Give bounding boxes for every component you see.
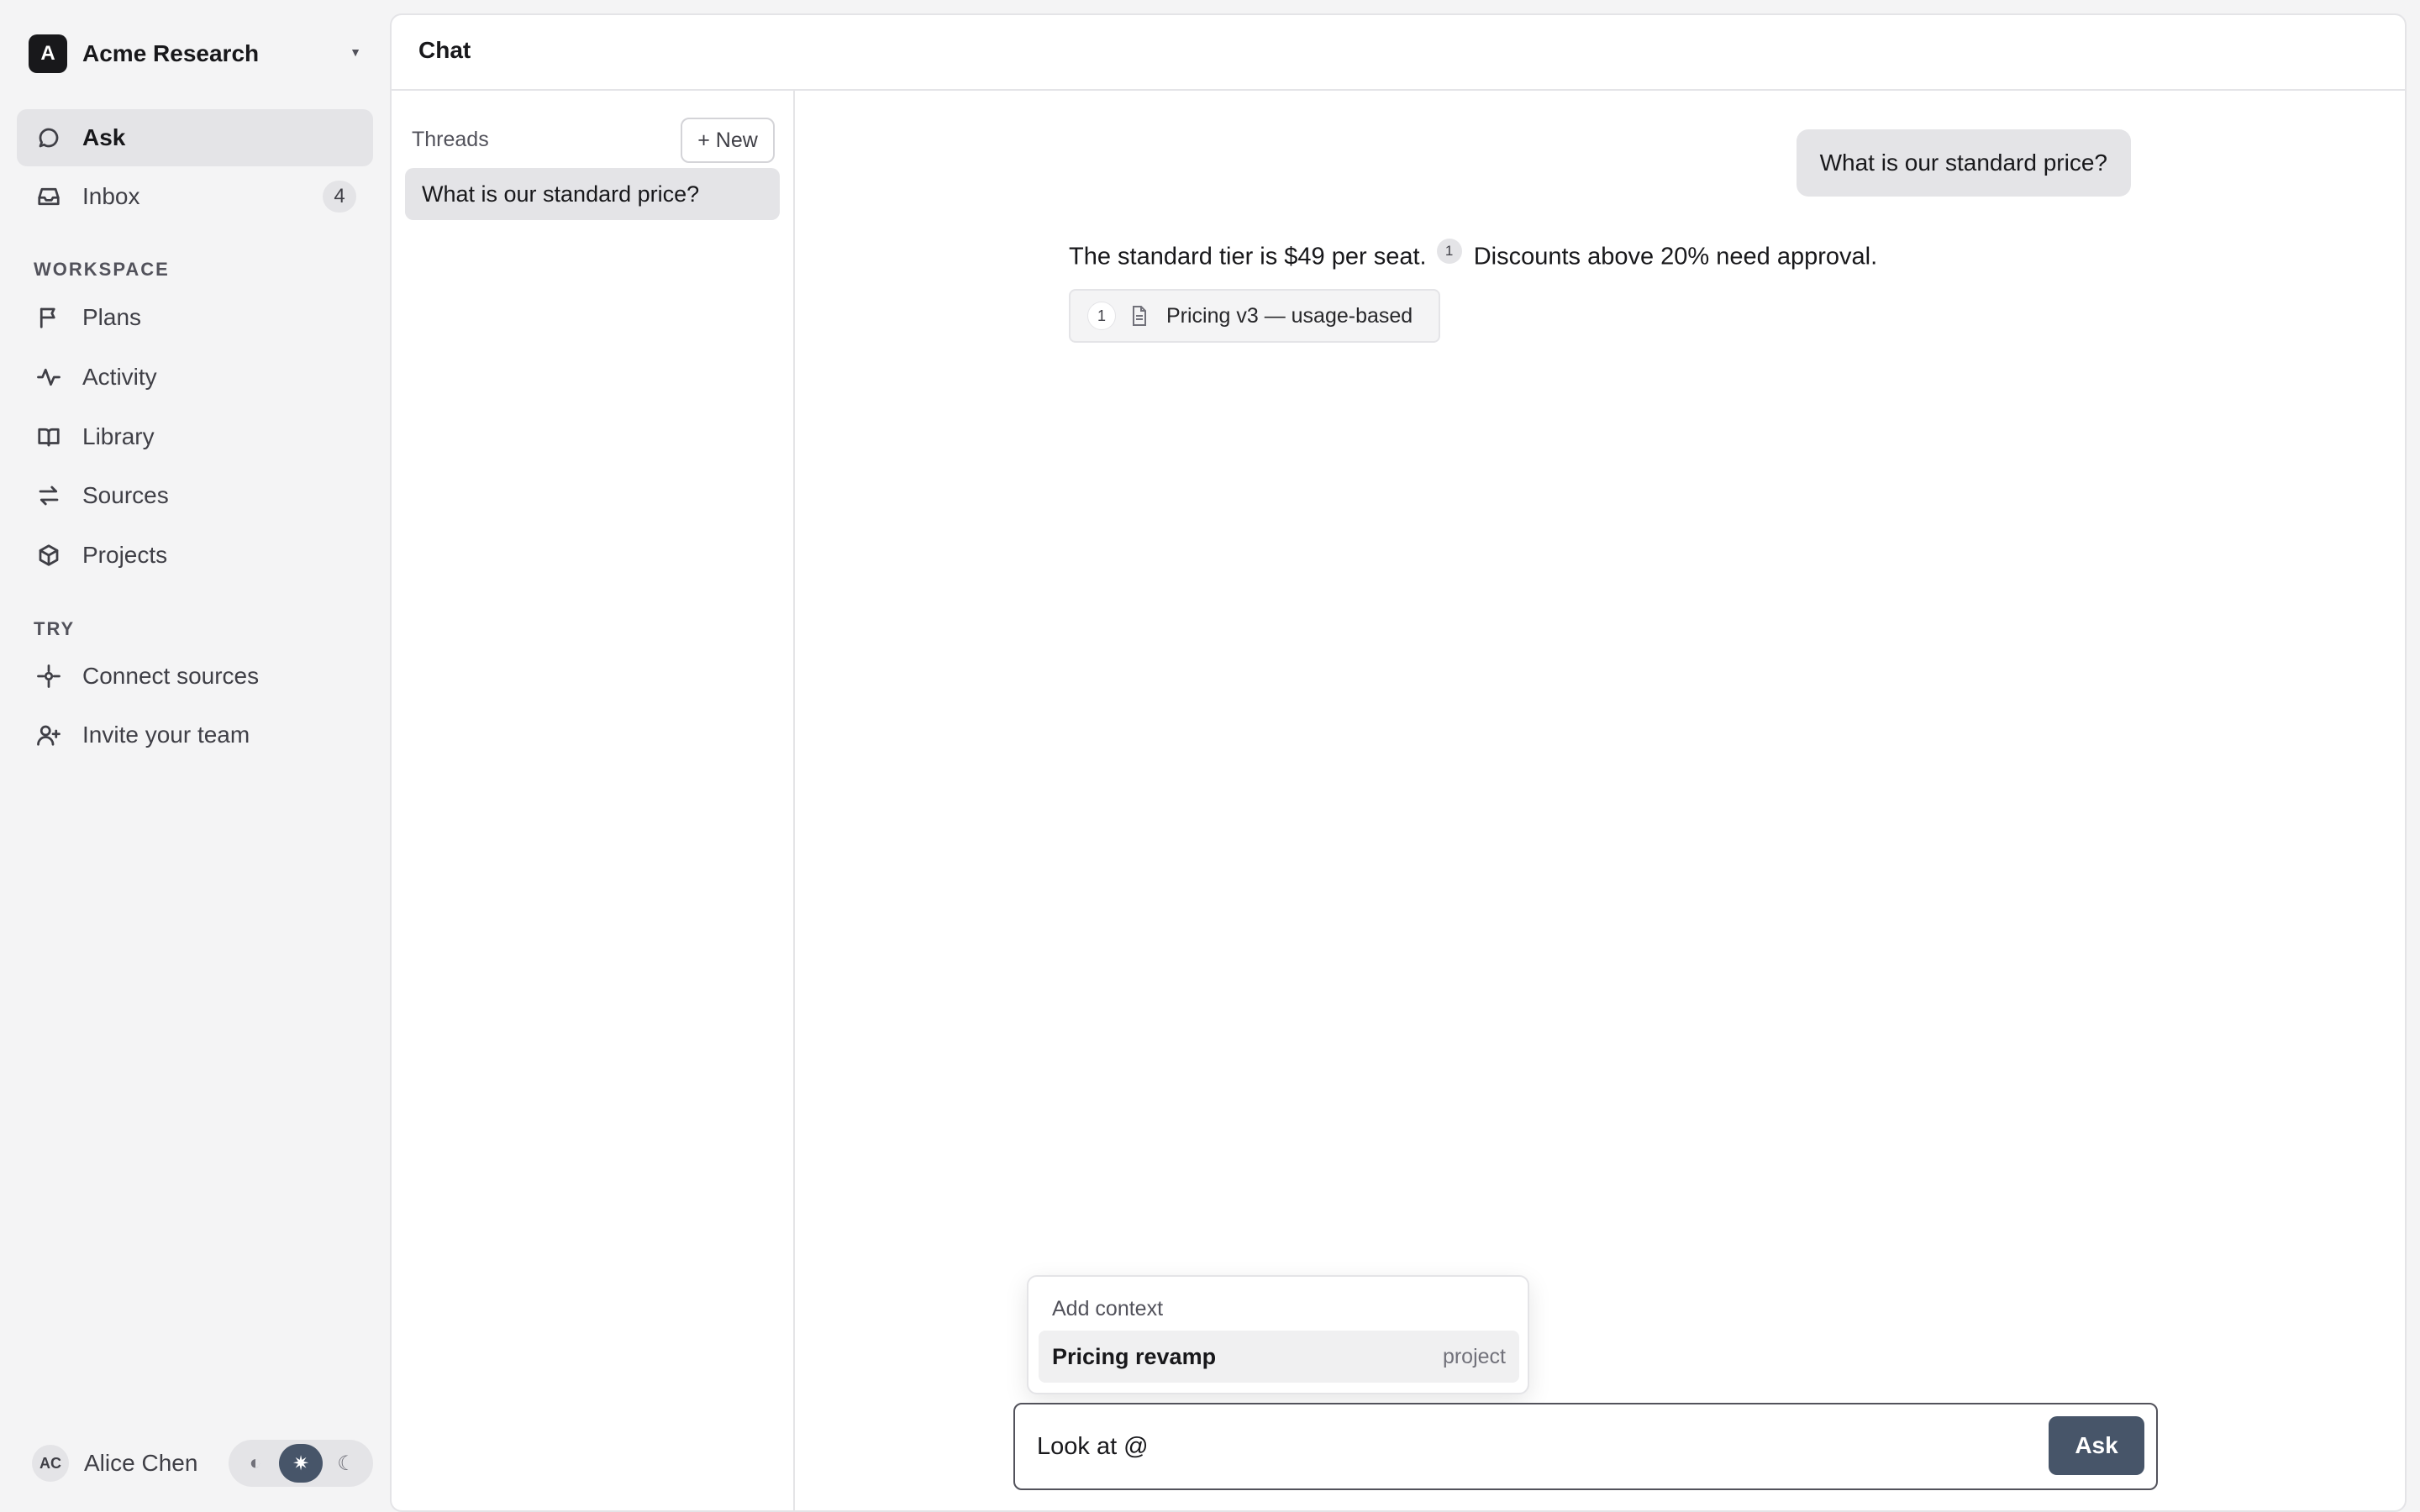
section-label-try: TRY [34, 618, 76, 639]
sun-icon[interactable]: ✷ [279, 1444, 323, 1483]
user-profile[interactable]: AC Alice Chen [32, 1441, 197, 1485]
sidebar-item-sources[interactable]: Sources [17, 467, 373, 524]
sidebar-item-label: Connect sources [82, 663, 260, 689]
thread-item[interactable]: What is our standard price? [405, 168, 780, 220]
moon-icon[interactable]: ☾ [324, 1444, 368, 1483]
section-label-workspace: WORKSPACE [34, 259, 170, 280]
activity-icon [35, 364, 62, 391]
main-header: Chat [392, 15, 2405, 91]
sidebar-item-library[interactable]: Library [17, 408, 373, 465]
connect-icon [35, 663, 62, 690]
menu-item-pricing-revamp[interactable]: Pricing revamp project [1039, 1331, 1519, 1383]
sidebar-item-invite-team[interactable]: Invite your team [17, 706, 373, 764]
auto-theme-icon[interactable]: ◐ [234, 1444, 277, 1483]
sidebar-item-label: Invite your team [82, 722, 250, 748]
ask-button[interactable]: Ask [2049, 1416, 2144, 1475]
user-plus-icon [35, 722, 62, 748]
assistant-message: The standard tier is $49 per seat. 1 Dis… [1069, 239, 1877, 271]
page-title: Chat [418, 37, 471, 63]
answer-text: Discounts above 20% need approval. [1473, 243, 1878, 270]
sidebar-item-label: Library [82, 423, 155, 449]
sidebar-item-label: Projects [82, 542, 168, 568]
box-icon [35, 542, 62, 569]
menu-item-kind: project [1442, 1344, 1506, 1368]
document-icon [1129, 305, 1151, 327]
book-icon [35, 423, 62, 450]
answer-text: The standard tier is $49 per seat. [1069, 243, 1427, 270]
avatar: AC [32, 1445, 69, 1482]
main-panel: Chat Threads + New What is our standard … [390, 13, 2407, 1512]
org-avatar: A [29, 34, 67, 73]
threads-panel: Threads + New What is our standard price… [392, 91, 795, 1510]
menu-item-label: Pricing revamp [1052, 1343, 1217, 1369]
menu-title: Add context [1052, 1297, 1164, 1320]
theme-toggle: ◐ ✷ ☾ [229, 1440, 373, 1487]
add-context-menu: Add context Pricing revamp project [1027, 1275, 1529, 1394]
org-switcher[interactable]: A Acme Research ▼ [29, 34, 361, 74]
sidebar-item-label: Sources [82, 482, 169, 508]
sidebar-item-plans[interactable]: Plans [17, 289, 373, 346]
flag-icon [35, 304, 62, 331]
inbox-count-badge: 4 [323, 181, 356, 213]
sidebar-item-ask[interactable]: Ask [17, 109, 373, 166]
sidebar-item-projects[interactable]: Projects [17, 527, 373, 584]
source-number: 1 [1087, 302, 1116, 330]
sidebar-item-label: Inbox [82, 183, 140, 209]
source-title: Pricing v3 — usage-based [1166, 303, 1413, 328]
user-name: Alice Chen [84, 1450, 198, 1476]
arrows-swap-icon [35, 482, 62, 509]
sidebar-item-label: Plans [82, 304, 142, 330]
sidebar-item-connect-sources[interactable]: Connect sources [17, 648, 373, 705]
sidebar: A Acme Research ▼ Ask Inbox 4 WORKSPACE … [0, 0, 390, 1512]
source-chip[interactable]: 1 Pricing v3 — usage-based [1069, 289, 1440, 343]
user-message: What is our standard price? [1796, 129, 2131, 197]
chat-bubble-icon [35, 124, 62, 151]
sidebar-item-label: Activity [82, 364, 157, 390]
chat-area: What is our standard price? The standard… [795, 91, 2405, 1510]
sidebar-item-activity[interactable]: Activity [17, 349, 373, 406]
composer: Ask [1013, 1403, 2158, 1490]
message-input[interactable] [1037, 1421, 2012, 1472]
inbox-icon [35, 183, 62, 210]
threads-label: Threads [412, 128, 489, 151]
sidebar-item-label: Ask [82, 124, 126, 150]
chevron-down-icon: ▼ [350, 45, 361, 59]
sidebar-item-inbox[interactable]: Inbox 4 [17, 168, 373, 225]
new-thread-button[interactable]: + New [681, 118, 775, 163]
citation-marker[interactable]: 1 [1436, 239, 1462, 264]
org-name: Acme Research [82, 40, 260, 66]
